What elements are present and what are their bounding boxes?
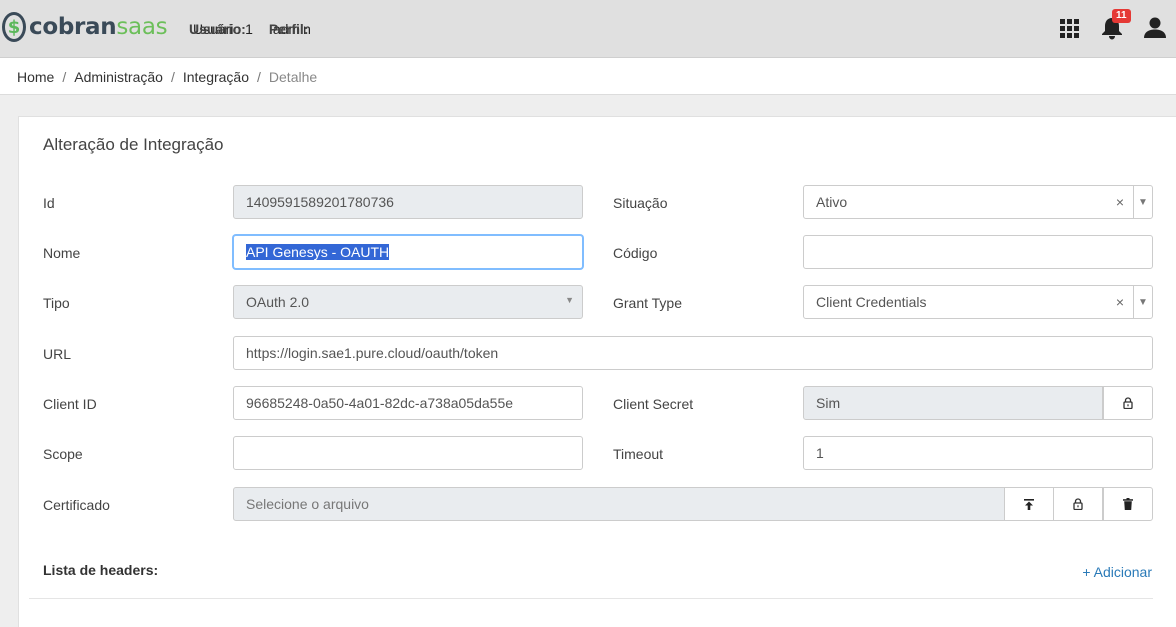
nome-value: API Genesys - OAUTH xyxy=(246,244,390,260)
user-svg xyxy=(1144,17,1166,38)
client-secret-label: Client Secret xyxy=(613,396,694,412)
url-label: URL xyxy=(43,346,72,362)
apps-grid-icon[interactable] xyxy=(1060,19,1079,43)
breadcrumb-separator: / xyxy=(62,69,67,85)
delete-button[interactable] xyxy=(1103,487,1153,521)
client-secret-field: Sim xyxy=(803,386,1103,420)
logo-text-part2: saas xyxy=(116,14,168,40)
top-navbar: $ cobransaas Usuário: Usuário 1 Perfil: ad… xyxy=(0,0,1176,58)
timeout-label: Timeout xyxy=(613,446,664,462)
upload-button[interactable] xyxy=(1004,487,1054,521)
breadcrumb-separator: / xyxy=(170,69,175,85)
situacao-label: Situação xyxy=(613,195,668,211)
user-icon[interactable] xyxy=(1144,17,1166,44)
certificado-lock-button[interactable] xyxy=(1053,487,1103,521)
add-header-link[interactable]: + Adicionar xyxy=(1082,564,1152,580)
codigo-field[interactable] xyxy=(803,235,1153,269)
grant-type-select[interactable]: Client Credentials × ▼ xyxy=(803,285,1153,319)
situacao-select[interactable]: Ativo × ▼ xyxy=(803,185,1153,219)
cobransaas-logo[interactable]: $ cobransaas xyxy=(2,12,168,42)
scope-field[interactable] xyxy=(233,436,583,470)
page-title: Alteração de Integração xyxy=(43,135,224,154)
grant-type-value: Client Credentials xyxy=(816,294,927,310)
headers-list-label: Lista de headers: xyxy=(43,562,159,578)
situacao-clear-icon[interactable]: × xyxy=(1116,194,1124,210)
notification-badge: 11 xyxy=(1112,9,1131,23)
lock-icon xyxy=(1123,397,1133,409)
breadcrumb-separator: / xyxy=(257,69,261,85)
chevron-down-icon[interactable]: ▼ xyxy=(1133,286,1152,318)
apps-grid-svg xyxy=(1060,19,1079,38)
user-info: Usuário: Usuário 1 Perfil: admin xyxy=(189,21,323,37)
id-field: 1409591589201780736 xyxy=(233,185,583,219)
certificado-file-field[interactable]: Selecione o arquivo xyxy=(233,487,1005,521)
tipo-label: Tipo xyxy=(43,295,70,311)
nome-field[interactable]: API Genesys - OAUTH xyxy=(233,235,583,269)
upload-icon xyxy=(1024,498,1034,510)
breadcrumb-administracao[interactable]: Administração xyxy=(74,69,163,85)
client-id-field[interactable]: 96685248-0a50-4a01-82dc-a738a05da55e xyxy=(233,386,583,420)
lock-icon xyxy=(1073,498,1083,510)
trash-icon xyxy=(1123,498,1133,510)
timeout-field[interactable]: 1 xyxy=(803,436,1153,470)
certificado-label: Certificado xyxy=(43,497,110,513)
client-secret-lock-button[interactable] xyxy=(1103,386,1153,420)
client-id-label: Client ID xyxy=(43,396,97,412)
situacao-value: Ativo xyxy=(816,194,848,210)
id-label: Id xyxy=(43,195,55,211)
breadcrumb-active: Detalhe xyxy=(268,69,318,85)
logo-mark: $ xyxy=(2,12,26,42)
codigo-label: Código xyxy=(613,245,658,261)
logo-text-part1: cobran xyxy=(29,14,117,40)
tipo-value: OAuth 2.0 xyxy=(246,294,310,310)
breadcrumb: Home / Administração / Integração / Detalhe xyxy=(0,58,1176,95)
integration-form-card: Alteração de Integração Id 1409591589201… xyxy=(18,116,1176,627)
nome-label: Nome xyxy=(43,245,81,261)
profile-label: Perfil: xyxy=(268,21,309,37)
grant-type-clear-icon[interactable]: × xyxy=(1116,294,1124,310)
scope-label: Scope xyxy=(43,446,83,462)
url-field[interactable]: https://login.sae1.pure.cloud/oauth/toke… xyxy=(233,336,1153,370)
breadcrumb-home[interactable]: Home xyxy=(17,69,54,85)
user-label: Usuário: xyxy=(189,21,246,37)
tipo-select: OAuth 2.0 ▼ xyxy=(233,285,583,319)
caret-down-icon: ▼ xyxy=(565,295,574,305)
chevron-down-icon[interactable]: ▼ xyxy=(1133,186,1152,218)
client-secret-value: Sim xyxy=(816,395,841,411)
grant-type-label: Grant Type xyxy=(613,295,683,311)
divider xyxy=(29,598,1153,599)
breadcrumb-integracao[interactable]: Integração xyxy=(183,69,249,85)
certificado-placeholder: Selecione o arquivo xyxy=(246,496,369,512)
logo-text: cobransaas xyxy=(29,14,168,40)
